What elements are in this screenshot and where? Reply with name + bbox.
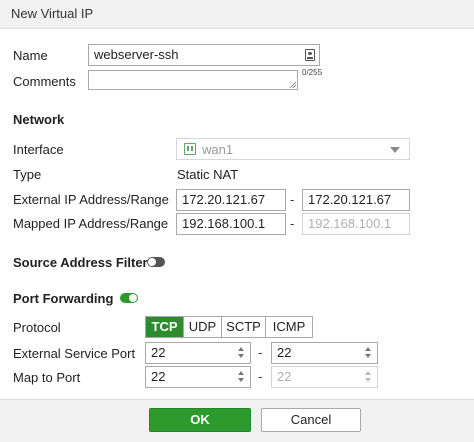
spinner-arrows-icon[interactable] — [237, 371, 244, 382]
interface-value: wan1 — [202, 142, 234, 157]
external-port-label: External Service Port — [13, 346, 136, 361]
map-port-start-value: 22 — [151, 369, 166, 384]
protocol-tcp[interactable]: TCP — [146, 317, 184, 337]
external-ip-start-input[interactable]: 172.20.121.67 — [176, 189, 286, 211]
protocol-sctp[interactable]: SCTP — [222, 317, 266, 337]
protocol-label: Protocol — [13, 320, 61, 335]
map-port-end-value: 22 — [277, 369, 292, 384]
map-port-start-input[interactable]: 22 — [145, 366, 251, 388]
range-dash: - — [290, 192, 295, 207]
port-forwarding-toggle[interactable] — [120, 293, 138, 303]
external-ip-start-value: 172.20.121.67 — [182, 192, 266, 207]
external-ip-label: External IP Address/Range — [13, 192, 169, 207]
dialog-titlebar: New Virtual IP — [0, 0, 474, 29]
source-filter-toggle[interactable] — [147, 257, 165, 267]
type-value: Static NAT — [177, 167, 239, 182]
interface-label: Interface — [13, 142, 64, 157]
spinner-arrows-icon — [364, 371, 371, 382]
external-port-end-value: 22 — [277, 345, 292, 360]
map-port-end-input: 22 — [271, 366, 378, 388]
map-port-label: Map to Port — [13, 370, 81, 385]
external-port-end-input[interactable]: 22 — [271, 342, 378, 364]
toggle-knob — [148, 258, 156, 266]
protocol-udp[interactable]: UDP — [184, 317, 222, 337]
name-input-value: webserver-ssh — [94, 47, 179, 62]
ok-button[interactable]: OK — [149, 408, 251, 432]
external-ip-end-input[interactable]: 172.20.121.67 — [302, 189, 410, 211]
spinner-arrows-icon[interactable] — [237, 347, 244, 358]
network-heading: Network — [13, 112, 65, 127]
id-card-icon — [305, 49, 315, 61]
mapped-ip-label: Mapped IP Address/Range — [13, 216, 169, 231]
comments-textarea[interactable] — [88, 70, 298, 90]
toggle-knob — [129, 294, 137, 302]
range-dash: - — [258, 369, 263, 384]
port-forwarding-label: Port Forwarding — [13, 291, 114, 306]
range-dash: - — [290, 216, 295, 231]
cancel-button[interactable]: Cancel — [261, 408, 361, 432]
external-port-start-input[interactable]: 22 — [145, 342, 251, 364]
dialog-title: New Virtual IP — [11, 6, 94, 21]
chevron-down-icon — [390, 147, 400, 153]
source-filter-label: Source Address Filter — [13, 255, 148, 270]
range-dash: - — [258, 345, 263, 360]
external-port-start-value: 22 — [151, 345, 166, 360]
comments-counter: 0/255 — [302, 68, 323, 77]
spinner-arrows-icon[interactable] — [364, 347, 371, 358]
type-label: Type — [13, 167, 42, 182]
protocol-selector: TCP UDP SCTP ICMP — [145, 316, 313, 338]
interface-select[interactable]: wan1 — [176, 138, 410, 160]
protocol-icmp[interactable]: ICMP — [266, 317, 312, 337]
comments-label: Comments — [13, 74, 76, 89]
mapped-ip-end-input: 192.168.100.1 — [302, 213, 410, 235]
mapped-ip-start-value: 192.168.100.1 — [182, 216, 266, 231]
mapped-ip-end-value: 192.168.100.1 — [308, 216, 392, 231]
resize-handle-icon[interactable] — [290, 82, 296, 88]
mapped-ip-start-input[interactable]: 192.168.100.1 — [176, 213, 286, 235]
name-input[interactable]: webserver-ssh — [88, 44, 320, 66]
external-ip-end-value: 172.20.121.67 — [308, 192, 392, 207]
network-port-icon — [184, 143, 196, 155]
name-label: Name — [13, 48, 48, 63]
